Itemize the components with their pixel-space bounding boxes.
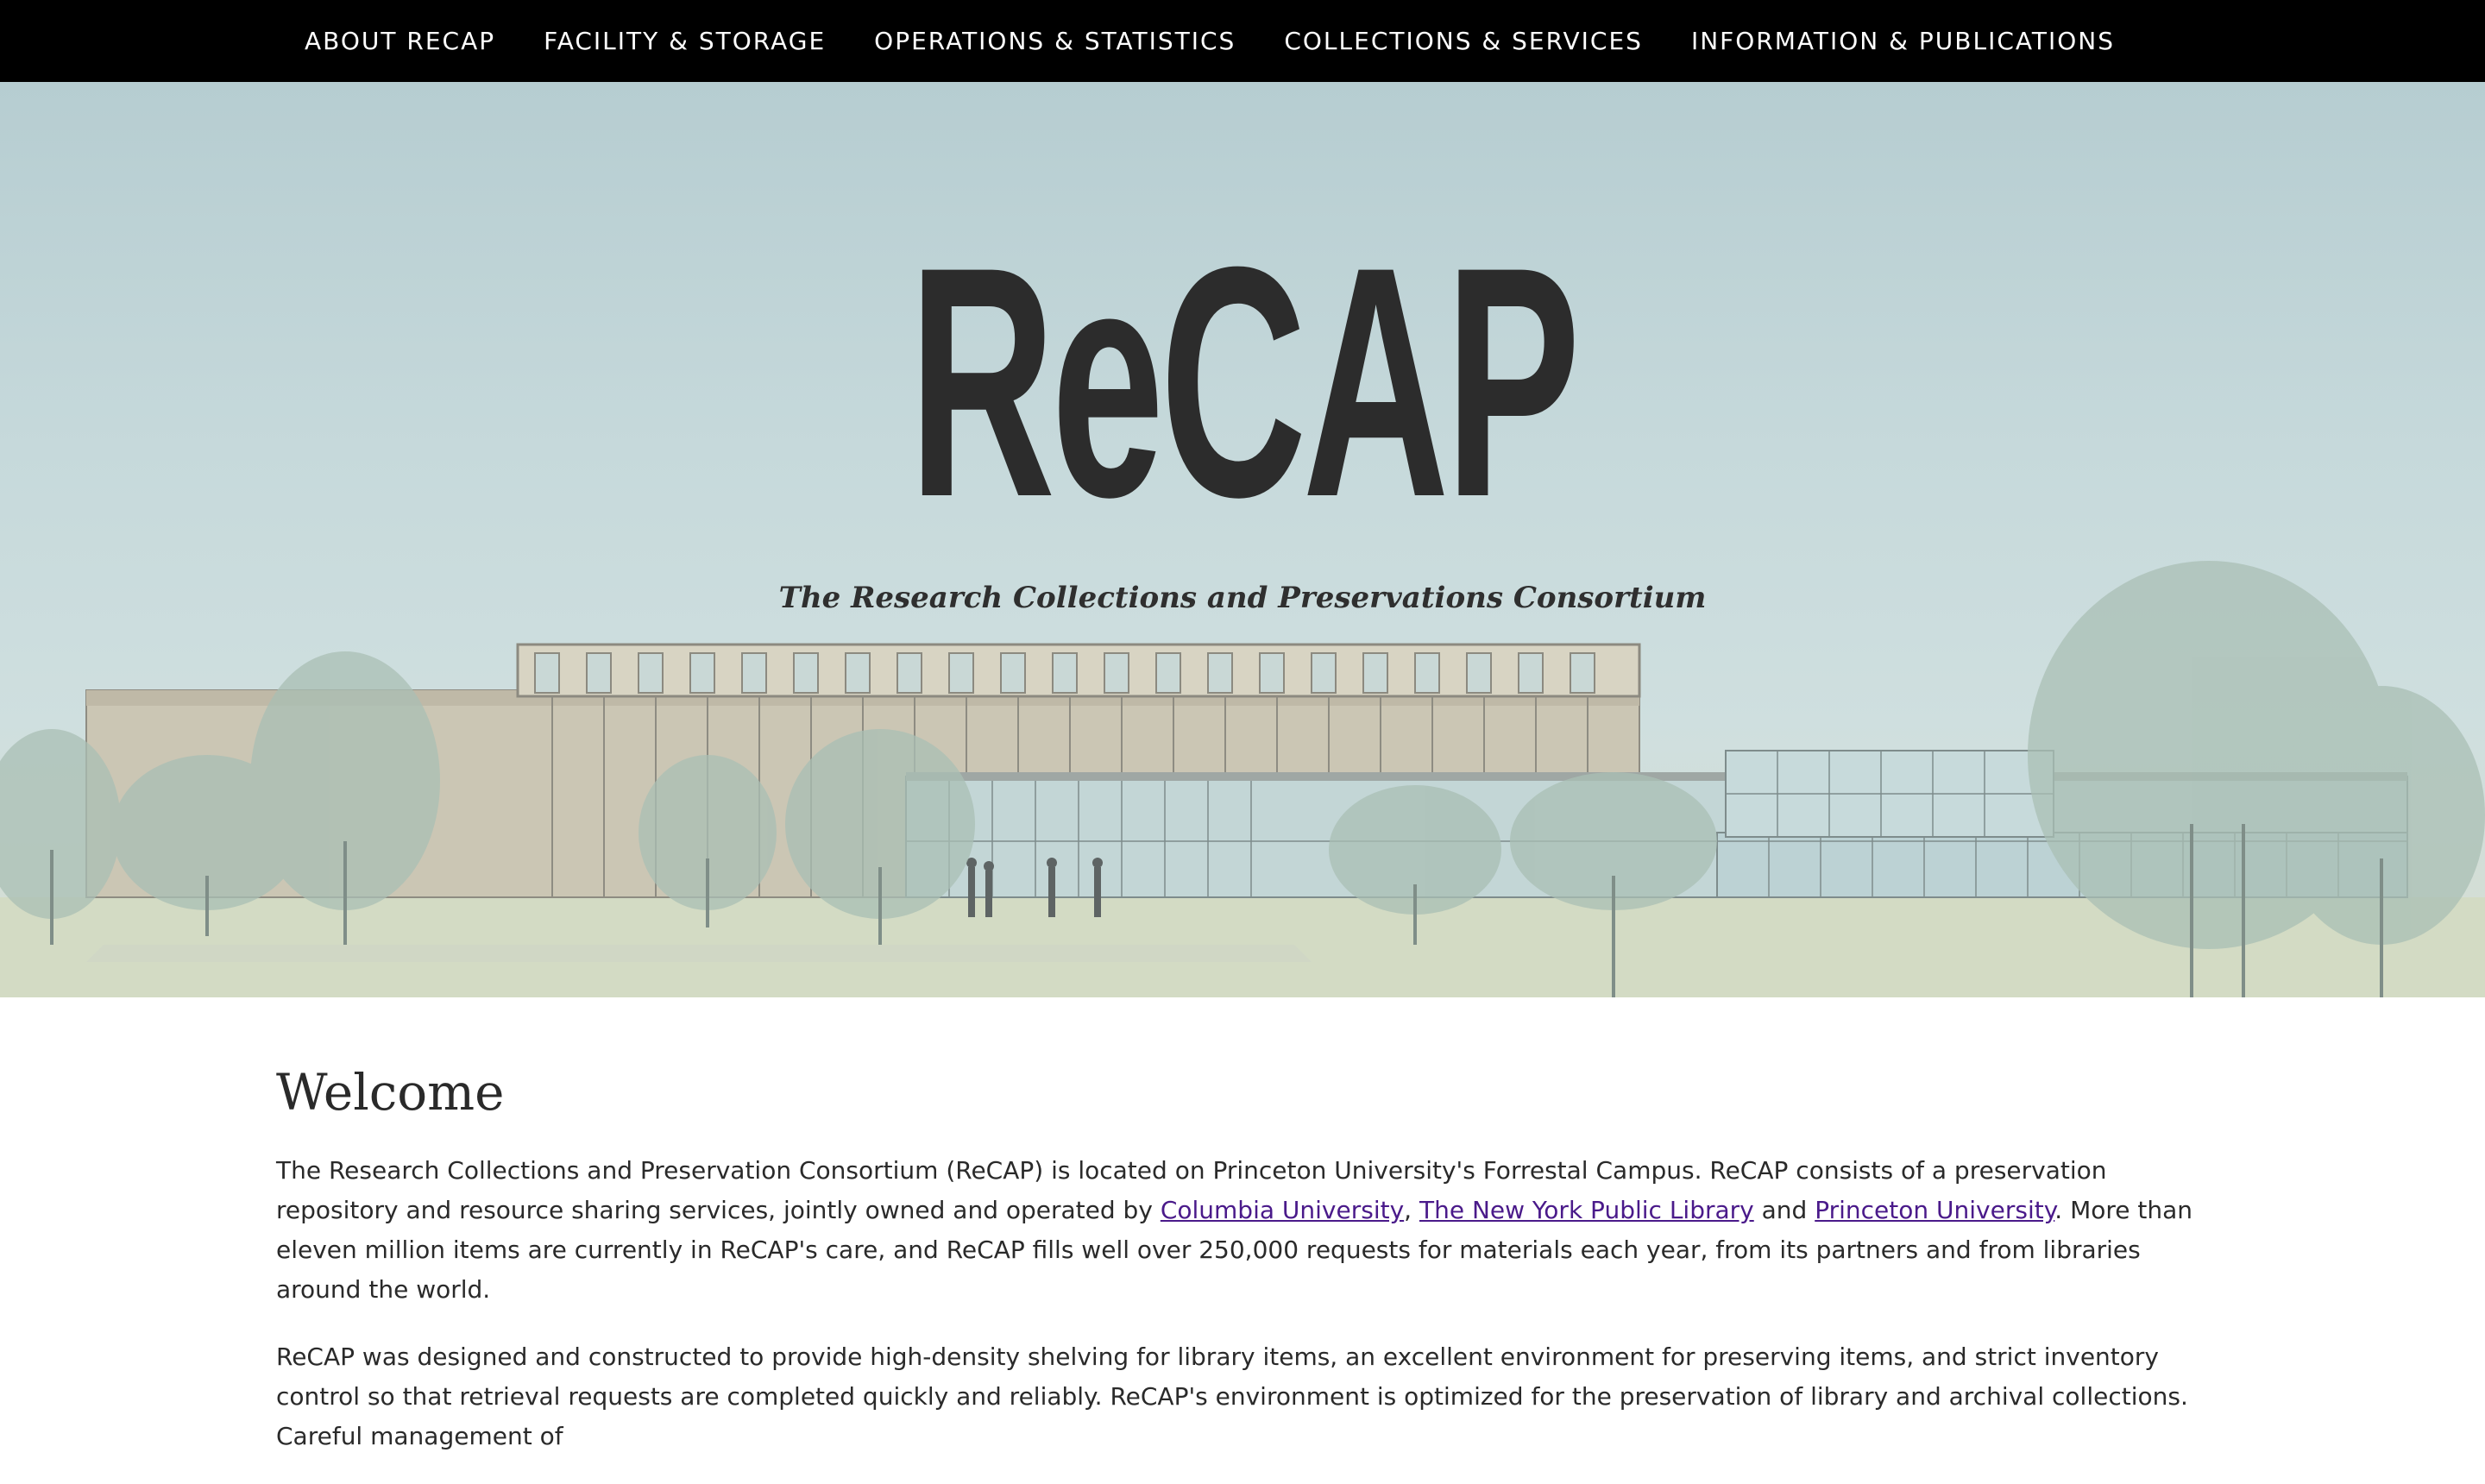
site-title[interactable]: ReCAP [472,218,2013,546]
nypl-link[interactable]: The New York Public Library [1419,1196,1754,1224]
paragraph-text: , [1404,1196,1419,1224]
nav-item-facility-storage[interactable]: FACILITY & STORAGE [544,27,826,55]
princeton-university-link[interactable]: Princeton University [1815,1196,2054,1224]
page-heading: Welcome [276,1063,505,1122]
welcome-paragraph-2: ReCAP was designed and constructed to pr… [276,1343,2188,1450]
nav-item-information-publications[interactable]: INFORMATION & PUBLICATIONS [1691,27,2115,55]
welcome-paragraph-1: The Research Collections and Preservatio… [276,1151,2209,1310]
top-navigation: ABOUT RECAP FACILITY & STORAGE OPERATION… [0,0,2485,82]
nav-item-collections-services[interactable]: COLLECTIONS & SERVICES [1284,27,1643,55]
columbia-university-link[interactable]: Columbia University [1161,1196,1404,1224]
site-tagline: The Research Collections and Preservatio… [778,581,1707,615]
nav-item-operations-statistics[interactable]: OPERATIONS & STATISTICS [874,27,1236,55]
main-content: Welcome The Research Collections and Pre… [276,1061,2209,1484]
hero-banner: ReCAP The Research Collections and Prese… [0,82,2485,997]
paragraph-text: and [1753,1196,1815,1224]
nav-menu: ABOUT RECAP FACILITY & STORAGE OPERATION… [305,0,2115,82]
nav-item-about-recap[interactable]: ABOUT RECAP [305,27,495,55]
